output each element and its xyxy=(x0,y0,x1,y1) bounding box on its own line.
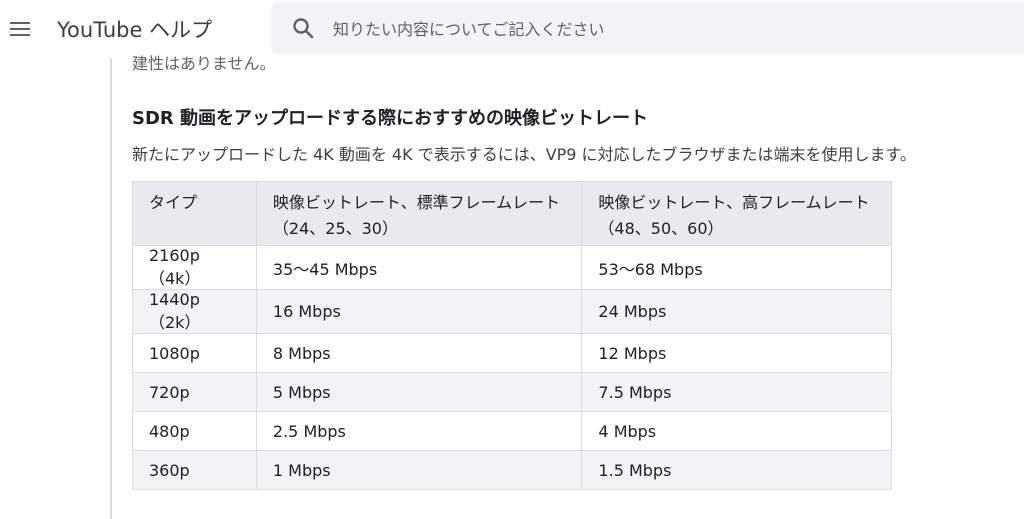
table-row: 360p 1 Mbps 1.5 Mbps xyxy=(132,450,892,490)
header-cell-high: 映像ビットレート、高フレームレート （48、50、60） xyxy=(581,181,892,246)
header-standard-line1: 映像ビットレート、標準フレームレート xyxy=(272,193,561,212)
cell-type: 480p xyxy=(132,411,257,451)
cell-high: 7.5 Mbps xyxy=(581,372,892,412)
cell-standard: 8 Mbps xyxy=(255,333,583,373)
section-description: 新たにアップロードした 4K 動画を 4K で表示するには、VP9 に対応したブ… xyxy=(132,145,916,164)
cell-type: 2160p（4k） xyxy=(132,245,257,290)
table-row: 720p 5 Mbps 7.5 Mbps xyxy=(132,372,892,412)
cell-standard: 5 Mbps xyxy=(255,372,583,412)
search-icon[interactable] xyxy=(291,16,315,40)
cell-standard: 2.5 Mbps xyxy=(255,411,583,451)
cell-type: 1440p（2k） xyxy=(132,289,257,334)
cell-high: 12 Mbps xyxy=(581,333,892,373)
app-title[interactable]: YouTube ヘルプ xyxy=(57,14,212,44)
section-heading: SDR 動画をアップロードする際におすすめの映像ビットレート xyxy=(132,108,649,129)
header-type-label: タイプ xyxy=(149,193,198,212)
cell-type: 720p xyxy=(132,372,257,412)
cell-standard: 35～45 Mbps xyxy=(255,245,583,290)
table-row: 1080p 8 Mbps 12 Mbps xyxy=(132,333,892,373)
header-cell-standard: 映像ビットレート、標準フレームレート （24、25、30） xyxy=(255,181,583,246)
hamburger-menu-icon[interactable] xyxy=(8,17,32,41)
header-standard-line2: （24、25、30） xyxy=(272,219,398,238)
cutoff-paragraph-text: 建性はありません。 xyxy=(132,54,276,73)
cell-type: 360p xyxy=(132,450,257,490)
article-left-rule xyxy=(110,58,112,519)
table-row: 2160p（4k） 35～45 Mbps 53～68 Mbps xyxy=(132,245,892,290)
cell-high: 53～68 Mbps xyxy=(581,245,892,290)
table-row: 1440p（2k） 16 Mbps 24 Mbps xyxy=(132,289,892,334)
search-box[interactable] xyxy=(271,2,1024,54)
cell-high: 1.5 Mbps xyxy=(581,450,892,490)
header-high-line2: （48、50、60） xyxy=(598,219,724,238)
bitrate-table: タイプ 映像ビットレート、標準フレームレート （24、25、30） 映像ビットレ… xyxy=(132,181,892,490)
cell-high: 4 Mbps xyxy=(581,411,892,451)
cell-type: 1080p xyxy=(132,333,257,373)
cell-high: 24 Mbps xyxy=(581,289,892,334)
cell-standard: 16 Mbps xyxy=(255,289,583,334)
search-input[interactable] xyxy=(331,14,995,44)
header-cell-type: タイプ xyxy=(132,181,257,246)
table-row: 480p 2.5 Mbps 4 Mbps xyxy=(132,411,892,451)
table-header-row: タイプ 映像ビットレート、標準フレームレート （24、25、30） 映像ビットレ… xyxy=(132,181,892,246)
cell-standard: 1 Mbps xyxy=(255,450,583,490)
header-high-line1: 映像ビットレート、高フレームレート xyxy=(598,193,870,212)
